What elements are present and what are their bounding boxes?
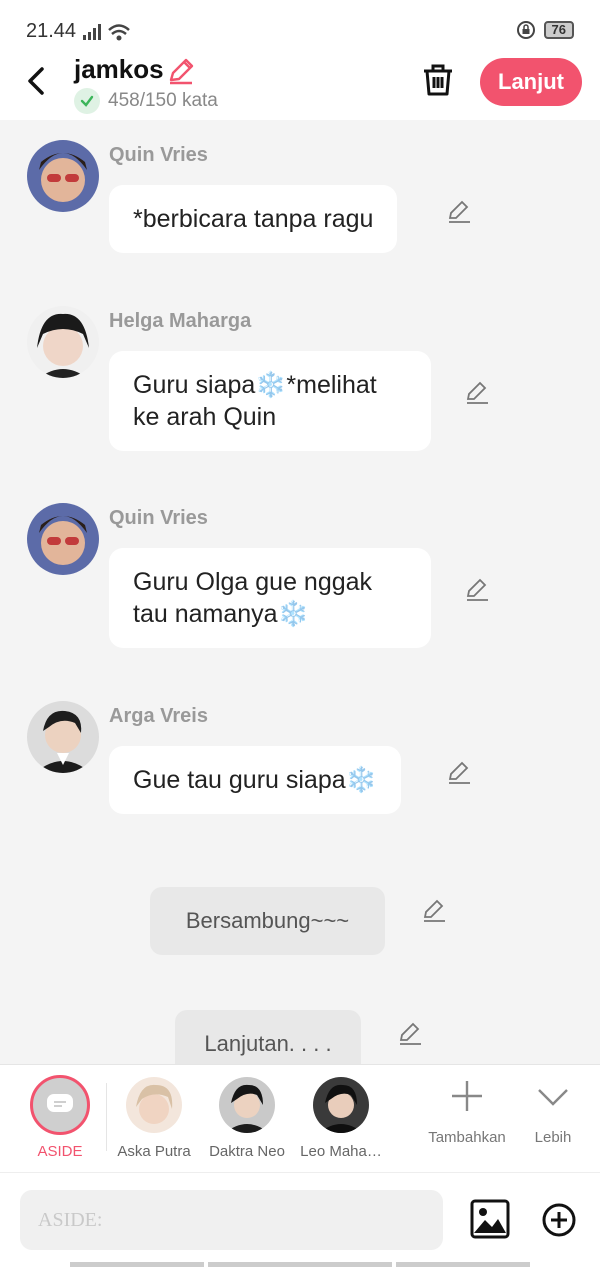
edit-message-icon[interactable] bbox=[446, 759, 472, 785]
status-right: 76 bbox=[516, 20, 574, 40]
message-line: Guru Olga gue nggak bbox=[133, 568, 373, 596]
sender-name: Helga Maharga bbox=[109, 310, 252, 332]
edit-message-icon[interactable] bbox=[446, 198, 472, 224]
more-button[interactable]: Lebih bbox=[523, 1079, 583, 1146]
avatar bbox=[313, 1077, 369, 1133]
nav-indicator bbox=[396, 1262, 530, 1267]
character-item[interactable]: Aska Putra bbox=[114, 1077, 194, 1160]
edit-title-pencil-icon[interactable] bbox=[166, 56, 196, 86]
input-bar bbox=[0, 1172, 600, 1267]
edit-message-icon[interactable] bbox=[464, 379, 490, 405]
system-message[interactable]: Lanjutan. . . . bbox=[175, 1010, 361, 1064]
header: jamkos 458/150 kata Lanjut bbox=[0, 50, 600, 120]
sender-name: Arga Vreis bbox=[109, 705, 208, 727]
message-line: Guru siapa❄️*melihat bbox=[133, 371, 377, 399]
character-name: Aska Putra bbox=[117, 1143, 191, 1160]
avatar[interactable] bbox=[27, 503, 99, 575]
character-item[interactable]: Daktra Neo bbox=[207, 1077, 287, 1160]
chat-bubble-icon bbox=[47, 1094, 73, 1112]
sender-name: Quin Vries bbox=[109, 144, 208, 166]
trash-icon[interactable] bbox=[420, 62, 456, 98]
next-button[interactable]: Lanjut bbox=[480, 58, 582, 106]
message-line: ke arah Quin bbox=[133, 403, 277, 431]
system-message[interactable]: Bersambung~~~ bbox=[150, 887, 385, 955]
add-character-button[interactable]: Tambahkan bbox=[424, 1079, 510, 1146]
character-name: Daktra Neo bbox=[209, 1143, 285, 1160]
message-line: tau namanya❄️ bbox=[133, 600, 309, 628]
story-title: jamkos bbox=[74, 54, 164, 84]
edit-message-icon[interactable] bbox=[397, 1020, 423, 1046]
word-count-text: 458/150 kata bbox=[108, 90, 218, 111]
character-item[interactable]: Leo Maha… bbox=[299, 1077, 383, 1160]
edit-message-icon[interactable] bbox=[421, 897, 447, 923]
battery-indicator: 76 bbox=[543, 21, 574, 39]
plus-icon bbox=[452, 1081, 482, 1111]
avatar[interactable] bbox=[27, 701, 99, 773]
avatar[interactable] bbox=[27, 306, 99, 378]
character-selector: ASIDE Aska Putra Daktra Neo Leo Maha… Ta… bbox=[0, 1064, 600, 1172]
divider bbox=[106, 1083, 107, 1151]
message-bubble[interactable]: Guru siapa❄️*melihat ke arah Quin bbox=[109, 351, 431, 451]
message-bubble[interactable]: *berbicara tanpa ragu bbox=[109, 185, 398, 253]
word-count: 458/150 kata bbox=[74, 88, 218, 114]
avatar bbox=[219, 1077, 275, 1133]
image-icon[interactable] bbox=[470, 1199, 510, 1239]
avatar bbox=[126, 1077, 182, 1133]
back-arrow-icon[interactable] bbox=[22, 64, 52, 98]
avatar[interactable] bbox=[27, 140, 99, 212]
message-bubble[interactable]: Gue tau guru siapa❄️ bbox=[109, 746, 401, 814]
add-label: Tambahkan bbox=[428, 1129, 506, 1146]
signal-wifi-icon bbox=[83, 24, 130, 41]
status-time: 21.44 bbox=[26, 20, 77, 42]
aside-label: ASIDE bbox=[37, 1143, 83, 1160]
add-circle-icon[interactable] bbox=[541, 1202, 577, 1238]
rotation-lock-icon bbox=[516, 21, 535, 39]
nav-indicator bbox=[70, 1262, 204, 1267]
sender-name: Quin Vries bbox=[109, 507, 208, 529]
aside-button[interactable] bbox=[30, 1075, 90, 1135]
nav-indicator bbox=[208, 1262, 392, 1267]
message-bubble[interactable]: Guru Olga gue nggak tau namanya❄️ bbox=[109, 548, 431, 648]
character-name: Leo Maha… bbox=[300, 1143, 382, 1160]
message-input[interactable] bbox=[20, 1190, 443, 1250]
chat-area[interactable]: Quin Vries *berbicara tanpa ragu Helga M… bbox=[0, 120, 600, 1064]
check-icon bbox=[74, 88, 100, 114]
more-label: Lebih bbox=[534, 1129, 572, 1146]
chevron-down-icon bbox=[538, 1089, 568, 1106]
edit-message-icon[interactable] bbox=[464, 576, 490, 602]
